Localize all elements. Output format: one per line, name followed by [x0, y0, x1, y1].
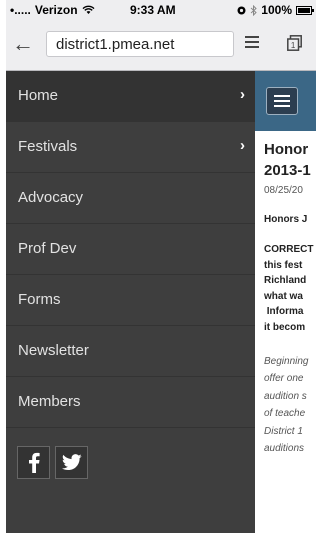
article: Honor 2013-1 08/25/20 Honors J CORRECT t… — [255, 131, 316, 458]
chevron-right-icon: › — [240, 86, 245, 103]
chevron-right-icon: › — [240, 137, 245, 154]
site-header — [255, 71, 316, 131]
title-line: 2013-1 — [264, 162, 311, 179]
phone-screen: •..... Verizon 9:33 AM 100% ← district1.… — [6, 0, 316, 533]
text-line: audition s — [264, 390, 307, 402]
nav-item-label: Festivals — [18, 138, 78, 155]
nav-item-label: Advocacy — [18, 189, 84, 206]
nav-item-label: Home — [18, 87, 59, 104]
browser-menu-icon[interactable] — [245, 36, 259, 50]
nav-item-label: Newsletter — [18, 342, 89, 359]
battery-percent: 100% — [261, 3, 292, 17]
article-date: 08/25/20 — [264, 185, 303, 196]
text-line: this fest — [264, 259, 303, 271]
social-links — [17, 446, 88, 479]
correction-notice: CORRECT this fest Richland what wa Infor… — [264, 242, 316, 336]
tabs-icon[interactable]: 1 — [287, 35, 302, 51]
twitter-icon — [61, 454, 82, 470]
nav-item-prof-dev[interactable]: Prof Dev — [6, 224, 255, 275]
url-field[interactable]: district1.pmea.net — [46, 31, 234, 57]
nav-item-label: Prof Dev — [18, 240, 77, 257]
status-time: 9:33 AM — [130, 3, 176, 17]
text-line: CORRECT — [264, 244, 314, 255]
article-title: Honor 2013-1 — [264, 139, 316, 181]
text-line: Richland — [264, 275, 307, 287]
nav-item-home[interactable]: Home › — [6, 71, 255, 122]
battery-icon — [296, 5, 314, 15]
status-bar: •..... Verizon 9:33 AM 100% — [6, 0, 316, 20]
wifi-icon — [82, 5, 95, 14]
nav-item-advocacy[interactable]: Advocacy — [6, 173, 255, 224]
nav-item-label: Forms — [18, 291, 61, 308]
back-arrow-icon[interactable]: ← — [12, 32, 34, 56]
menu-toggle-button[interactable] — [266, 87, 298, 115]
facebook-icon — [28, 452, 40, 473]
text-line: what wa — [264, 290, 303, 302]
text-line: Beginning — [264, 355, 309, 367]
side-nav: Home › Festivals › Advocacy Prof Dev For… — [6, 71, 255, 533]
nav-item-label: Members — [18, 393, 81, 410]
text-line: offer one — [264, 373, 304, 385]
svg-text:1: 1 — [291, 41, 296, 50]
title-line: Honor — [264, 141, 309, 158]
bluetooth-icon — [250, 4, 258, 16]
article-intro: Beginning offer one audition s of teache… — [264, 353, 316, 458]
text-line: of teache — [264, 408, 306, 420]
text-line: District 1 — [264, 425, 303, 437]
carrier-name: Verizon — [34, 3, 78, 17]
location-icon — [237, 6, 246, 14]
page-content: Honor 2013-1 08/25/20 Honors J CORRECT t… — [255, 71, 316, 533]
nav-item-members[interactable]: Members — [6, 377, 255, 428]
text-line: auditions — [264, 443, 305, 455]
text-line: Informa — [264, 306, 304, 318]
nav-item-festivals[interactable]: Festivals › — [6, 122, 255, 173]
signal-dots: •..... — [10, 3, 31, 17]
nav-item-forms[interactable]: Forms — [6, 275, 255, 326]
article-subhead: Honors J — [264, 214, 308, 225]
facebook-button[interactable] — [17, 446, 50, 479]
carrier-group: •..... Verizon — [10, 3, 95, 17]
twitter-button[interactable] — [55, 446, 88, 479]
text-line: it becom — [264, 321, 306, 333]
browser-toolbar: ← district1.pmea.net 1 — [6, 20, 316, 71]
status-right: 100% — [237, 3, 314, 17]
nav-item-newsletter[interactable]: Newsletter — [6, 326, 255, 377]
